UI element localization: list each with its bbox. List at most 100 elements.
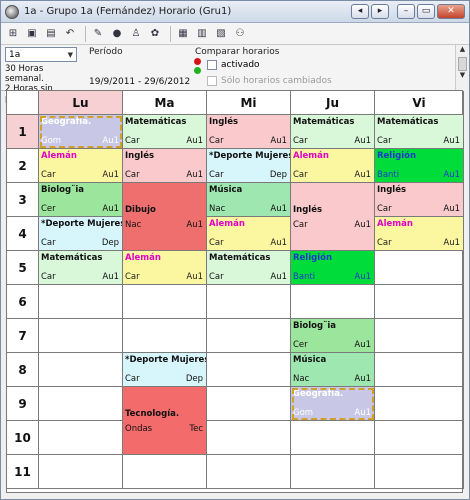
lesson-subject: Matemáticas <box>377 117 439 127</box>
lesson-lu-5[interactable]: Matemáticas Car Au1 <box>39 251 123 285</box>
lesson-subject: Alemán <box>377 219 413 229</box>
checkbox-box[interactable] <box>207 60 217 70</box>
scroll-up-icon[interactable]: ▲ <box>456 45 469 57</box>
lesson-vi-4[interactable]: Alemán Car Au1 <box>375 217 464 251</box>
lesson-teacher: Car <box>125 170 140 180</box>
person-icon[interactable]: ♙ <box>128 26 144 42</box>
lesson-vi-3[interactable]: Inglés Car Au1 <box>375 183 464 217</box>
info-scrollbar[interactable]: ▲ ▼ <box>455 45 469 91</box>
timetable-cell[interactable] <box>39 353 123 387</box>
lesson-vi-2[interactable]: Religión Banti Au1 <box>375 149 464 183</box>
period-header-6[interactable]: 6 <box>7 285 39 319</box>
timetable-cell[interactable] <box>39 455 123 489</box>
day-header-mi[interactable]: Mi <box>207 91 291 115</box>
period-header-11[interactable]: 11 <box>7 455 39 489</box>
timetable-cell[interactable] <box>39 387 123 421</box>
export-icon[interactable]: ▥ <box>194 26 210 42</box>
day-header-ma[interactable]: Ma <box>123 91 207 115</box>
lesson-ju-3[interactable]: Inglés Car Au1 <box>291 183 375 251</box>
lesson-lu-1[interactable]: Geografía. Gom Au1 <box>39 115 123 149</box>
timetable-cell[interactable] <box>123 455 207 489</box>
period-header-2[interactable]: 2 <box>7 149 39 183</box>
compare-activated-checkbox[interactable]: activado <box>207 60 260 70</box>
timetable-cell[interactable] <box>375 353 464 387</box>
lesson-lu-3[interactable]: Biolog¨ia Cer Au1 <box>39 183 123 217</box>
timetable-cell[interactable] <box>291 421 375 455</box>
day-header-lu[interactable]: Lu <box>39 91 123 115</box>
lesson-ma-8[interactable]: *Deporte Mujeres. Car Dep <box>123 353 207 387</box>
timetable-cell[interactable] <box>375 319 464 353</box>
period-header-10[interactable]: 10 <box>7 421 39 455</box>
group-icon[interactable]: ⚇ <box>232 26 248 42</box>
lesson-mi-3[interactable]: Música Nac Au1 <box>207 183 291 217</box>
timetable-cell[interactable] <box>291 285 375 319</box>
lesson-vi-1[interactable]: Matemáticas Car Au1 <box>375 115 464 149</box>
period-header-7[interactable]: 7 <box>7 319 39 353</box>
lesson-ju-5[interactable]: Religión Banti Au1 <box>291 251 375 285</box>
lesson-teacher: Car <box>293 170 308 180</box>
maximize-button[interactable]: ▭ <box>417 4 435 19</box>
timetable-cell[interactable] <box>375 455 464 489</box>
minimize-button[interactable]: – <box>397 4 415 19</box>
lesson-lu-4[interactable]: *Deporte Mujeres. Car Dep <box>39 217 123 251</box>
timetable-cell[interactable] <box>291 455 375 489</box>
timetable-cell[interactable] <box>123 319 207 353</box>
layout-icon[interactable]: ▧ <box>213 26 229 42</box>
timetable-cell[interactable] <box>375 387 464 421</box>
timetable-cell[interactable] <box>375 421 464 455</box>
day-header-ju[interactable]: Ju <box>291 91 375 115</box>
undo-icon[interactable]: ↶ <box>62 26 78 42</box>
lesson-ju-9[interactable]: Geografía. Gom Au1 <box>291 387 375 421</box>
period-header-9[interactable]: 9 <box>7 387 39 421</box>
edit-icon[interactable]: ✎ <box>90 26 106 42</box>
close-button[interactable]: ✕ <box>437 4 465 19</box>
lesson-mi-1[interactable]: Inglés Car Au1 <box>207 115 291 149</box>
period-header-4[interactable]: 4 <box>7 217 39 251</box>
lesson-mi-5[interactable]: Matemáticas Car Au1 <box>207 251 291 285</box>
period-dates[interactable]: 19/9/2011 - 29/6/2012 <box>89 77 190 87</box>
grid-icon[interactable]: ⊞ <box>5 26 21 42</box>
scroll-thumb[interactable] <box>458 57 467 71</box>
timetable-cell[interactable] <box>207 285 291 319</box>
lesson-ma-2[interactable]: Inglés Car Au1 <box>123 149 207 183</box>
lesson-ju-7[interactable]: Biolog¨ia Cer Au1 <box>291 319 375 353</box>
prev-window-button[interactable]: ◂ <box>351 4 369 19</box>
timetable-cell[interactable] <box>39 285 123 319</box>
print-icon[interactable]: ▤ <box>43 26 59 42</box>
group-select[interactable]: 1a ▼ <box>5 47 77 62</box>
lesson-lu-2[interactable]: Alemán Car Au1 <box>39 149 123 183</box>
lesson-room: Au1 <box>443 170 460 180</box>
lesson-ma-1[interactable]: Matemáticas Car Au1 <box>123 115 207 149</box>
lesson-ju-8[interactable]: Música Nac Au1 <box>291 353 375 387</box>
timetable-cell[interactable] <box>207 387 291 421</box>
list-icon[interactable]: ▦ <box>175 26 191 42</box>
lesson-ma-3[interactable]: Dibujo Nac Au1 <box>123 183 207 251</box>
timetable-cell[interactable] <box>207 455 291 489</box>
period-header-8[interactable]: 8 <box>7 353 39 387</box>
teacher-icon[interactable]: ▣ <box>24 26 40 42</box>
timetable-cell[interactable] <box>207 353 291 387</box>
timetable-cell[interactable] <box>123 285 207 319</box>
settings-icon[interactable]: ✿ <box>147 26 163 42</box>
timetable-cell[interactable] <box>39 319 123 353</box>
lesson-subject: Alemán <box>41 151 77 161</box>
pin-icon[interactable]: ● <box>109 26 125 42</box>
timetable-cell[interactable] <box>207 319 291 353</box>
lesson-ma-9[interactable]: Tecnología. Ondas Tec <box>123 387 207 455</box>
timetable-cell[interactable] <box>375 251 464 285</box>
period-header-5[interactable]: 5 <box>7 251 39 285</box>
scroll-down-icon[interactable]: ▼ <box>456 71 469 83</box>
lesson-subject: *Deporte Mujeres. <box>41 219 123 229</box>
timetable-cell[interactable] <box>375 285 464 319</box>
lesson-ma-5[interactable]: Alemán Car Au1 <box>123 251 207 285</box>
day-header-vi[interactable]: Vi <box>375 91 464 115</box>
lesson-mi-4[interactable]: Alemán Car Au1 <box>207 217 291 251</box>
timetable-cell[interactable] <box>207 421 291 455</box>
period-header-3[interactable]: 3 <box>7 183 39 217</box>
lesson-ju-2[interactable]: Alemán Car Au1 <box>291 149 375 183</box>
lesson-ju-1[interactable]: Matemáticas Car Au1 <box>291 115 375 149</box>
lesson-mi-2[interactable]: *Deporte Mujeres. Car Dep <box>207 149 291 183</box>
timetable-cell[interactable] <box>39 421 123 455</box>
period-header-1[interactable]: 1 <box>7 115 39 149</box>
next-window-button[interactable]: ▸ <box>371 4 389 19</box>
